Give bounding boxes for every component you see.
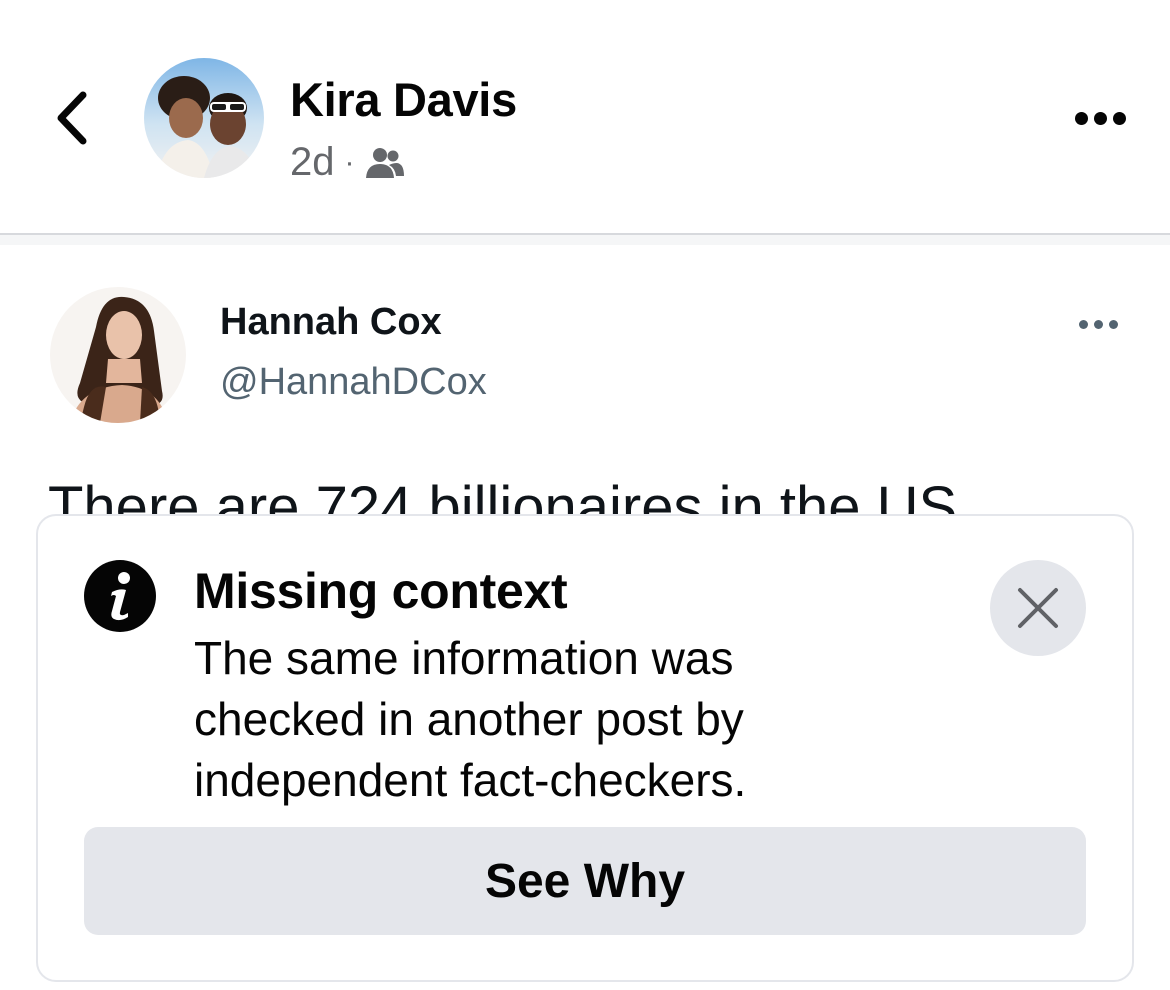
post-timestamp[interactable]: 2d [290,140,335,185]
author-avatar[interactable] [144,58,264,178]
tweet-author-name[interactable]: Hannah Cox [220,301,442,344]
chevron-left-icon [57,91,87,145]
close-icon [1018,588,1058,628]
close-button[interactable] [990,560,1086,656]
more-horizontal-icon [1074,111,1126,125]
tweet-text: There are 724 billionaires in the US [48,475,958,515]
fact-check-description: The same information was checked in anot… [194,632,747,806]
author-name[interactable]: Kira Davis [290,72,517,127]
tweet-author-avatar[interactable] [50,287,186,423]
tweet-author-handle[interactable]: @HannahDCox [220,361,487,404]
fact-check-card: Missing context The same information was… [36,514,1134,982]
post-header: Kira Davis 2d · [0,0,1170,234]
friends-icon[interactable] [365,146,405,180]
header-divider-shade [0,235,1170,245]
post-options-button[interactable] [1064,94,1136,142]
fact-check-title: Missing context [194,563,568,619]
see-why-button[interactable]: See Why [84,827,1086,935]
meta-separator: · [344,145,355,179]
info-icon [84,560,156,632]
tweet-options-button[interactable] [1070,309,1126,339]
back-button[interactable] [44,86,100,150]
post-detail-screen: Kira Davis 2d · Hannah Cox @HannahDCox T… [0,0,1170,990]
post-meta: 2d · [290,140,405,185]
more-horizontal-icon [1078,319,1118,329]
